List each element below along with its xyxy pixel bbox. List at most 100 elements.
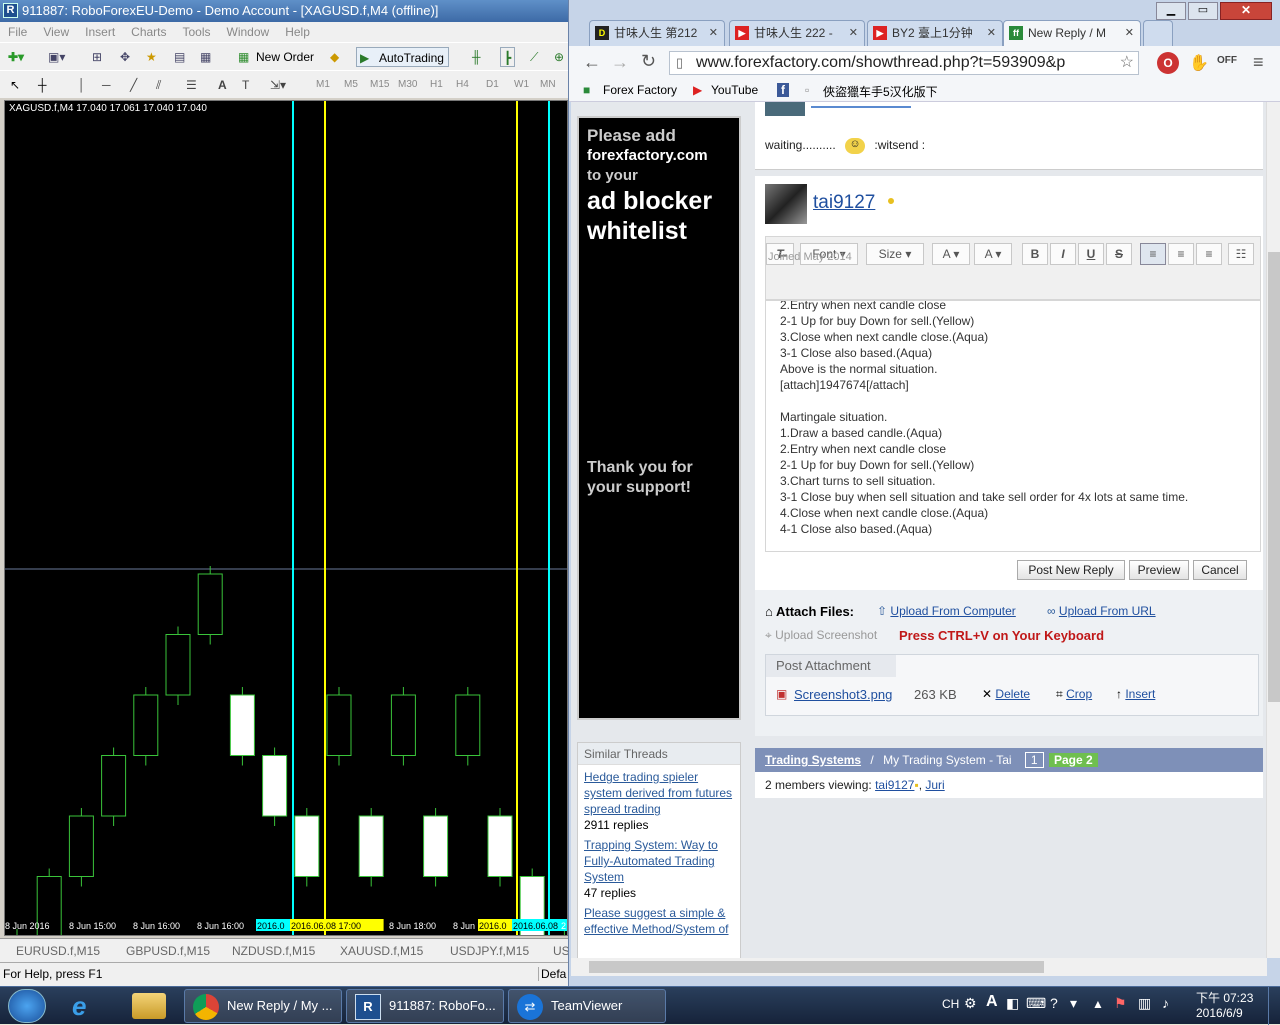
upload-computer-link[interactable]: Upload From Computer [890, 604, 1015, 618]
new-order-button[interactable]: ▦ New Order [236, 47, 314, 67]
extension-opera-icon[interactable]: O [1157, 52, 1179, 74]
upload-url[interactable]: ∞ Upload From URL [1047, 604, 1156, 618]
delete-attachment[interactable]: ✕ Delete [982, 687, 1030, 701]
strikethrough-icon[interactable]: S [1106, 243, 1132, 265]
list-icon[interactable]: ☷ [1228, 243, 1254, 265]
bookmark-forex-factory[interactable]: Forex Factory [603, 83, 677, 97]
attachment-filename[interactable]: Screenshot3.png [794, 687, 892, 702]
bookmark-star-icon[interactable]: ☆ [1120, 52, 1134, 74]
bookmark-gta5[interactable]: 俠盜獵车手5汉化版下 [823, 83, 938, 100]
chrome-menu-icon[interactable]: ≡ [1253, 52, 1264, 73]
cancel-button[interactable]: Cancel [1193, 560, 1247, 580]
timeframe-m30[interactable]: M30 [398, 79, 417, 90]
volume-icon[interactable]: ♪ [1162, 995, 1169, 1011]
action-center-icon[interactable]: ⚑ [1114, 995, 1127, 1012]
task-teamviewer[interactable]: ⇄ TeamViewer [508, 989, 666, 1023]
task-chrome[interactable]: New Reply / My ... [184, 989, 342, 1023]
tab-close-icon[interactable]: ✕ [709, 21, 718, 45]
tab-xauusd[interactable]: XAUUSD.f,M15 [340, 944, 423, 958]
metaeditor-icon[interactable]: ◆ [330, 47, 339, 67]
tab-gbpusd[interactable]: GBPUSD.f,M15 [126, 944, 210, 958]
menu-tools[interactable]: Tools [175, 22, 219, 39]
new-chart-icon[interactable]: ✚▾ [8, 47, 24, 67]
insert-link[interactable]: Insert [1125, 687, 1155, 701]
extension-hand-icon[interactable]: ✋ [1189, 53, 1209, 73]
show-hidden-icons[interactable]: ▲ [1092, 997, 1104, 1011]
menu-view[interactable]: View [35, 22, 77, 39]
post-new-reply-button[interactable]: Post New Reply [1017, 560, 1125, 580]
similar-thread-link[interactable]: Please suggest a simple & effective Meth… [584, 906, 729, 936]
timeframe-m5[interactable]: M5 [344, 79, 358, 90]
reload-icon[interactable]: ↻ [641, 51, 656, 72]
market-watch-icon[interactable]: ⊞ [92, 47, 102, 67]
browser-tab-4-active[interactable]: ff New Reply / M ✕ [1003, 20, 1141, 46]
menu-help[interactable]: Help [277, 22, 318, 39]
tester-icon[interactable]: ▦ [200, 47, 211, 67]
ime-options-icon[interactable]: ▾ [1070, 995, 1077, 1012]
crosshair-icon[interactable]: ┼ [38, 75, 47, 95]
timeframe-w1[interactable]: W1 [514, 79, 529, 90]
text-icon[interactable]: A [218, 75, 227, 95]
fibonacci-icon[interactable]: ☰ [186, 75, 197, 95]
channel-icon[interactable]: ⫽ [156, 75, 161, 95]
italic-icon[interactable]: I [1050, 243, 1076, 265]
extension-off-icon[interactable]: OFF [1217, 55, 1237, 66]
upload-computer[interactable]: ⇧ Upload From Computer [877, 604, 1016, 618]
menu-file[interactable]: File [0, 22, 35, 39]
tab-close-icon[interactable]: ✕ [987, 21, 996, 45]
start-button-icon[interactable] [8, 989, 46, 1023]
page-1-link[interactable]: 1 [1024, 752, 1044, 768]
bar-chart-icon[interactable]: ╫ [472, 47, 481, 67]
task-mt4[interactable]: R 911887: RoboFo... [346, 989, 504, 1023]
profiles-icon[interactable]: ▣▾ [48, 47, 65, 67]
clock-time[interactable]: 下午 07:23 [1196, 989, 1253, 1006]
browser-tab-3[interactable]: ▶ BY2 臺上1分钟 ✕ [867, 20, 1003, 46]
horizontal-scrollbar[interactable] [571, 958, 1267, 976]
zoom-in-icon[interactable]: ⊕ [554, 47, 564, 67]
reply-textarea[interactable]: 2.Entry when next candle close 2-1 Up fo… [765, 300, 1261, 552]
upload-screenshot[interactable]: ⌖ Upload Screenshot [765, 628, 877, 643]
bookmark-facebook[interactable]: f [777, 83, 789, 97]
favorites-icon[interactable]: ★ [146, 47, 157, 67]
line-chart-icon[interactable]: ⟋ [530, 47, 538, 67]
crop-link[interactable]: Crop [1066, 687, 1092, 701]
menu-charts[interactable]: Charts [123, 22, 174, 39]
timeframe-mn[interactable]: MN [540, 79, 556, 90]
underline-icon[interactable]: U [1078, 243, 1104, 265]
new-tab-button[interactable] [1143, 20, 1173, 46]
vertical-scroll-thumb[interactable] [1268, 252, 1280, 702]
network-icon[interactable]: ▥ [1138, 995, 1151, 1012]
insert-attachment[interactable]: ↑ Insert [1116, 687, 1155, 701]
align-right-icon[interactable]: ≡ [1196, 243, 1222, 265]
tab-nzdusd[interactable]: NZDUSD.f,M15 [232, 944, 315, 958]
delete-link[interactable]: Delete [995, 687, 1030, 701]
autotrading-button[interactable]: ▶ AutoTrading [356, 47, 449, 67]
menu-insert[interactable]: Insert [77, 22, 123, 39]
internet-explorer-icon[interactable]: e [72, 991, 86, 1022]
timeframe-h4[interactable]: H4 [456, 79, 469, 90]
file-explorer-icon[interactable] [132, 993, 166, 1019]
bookmark-youtube[interactable]: YouTube [711, 83, 758, 97]
reply-username-link[interactable]: tai9127 [813, 192, 875, 214]
trendline-icon[interactable]: ╱ [130, 75, 137, 95]
tab-eurusd[interactable]: EURUSD.f,M15 [16, 944, 100, 958]
preview-button[interactable]: Preview [1129, 560, 1189, 580]
size-dropdown[interactable]: Size ▾ [866, 243, 924, 265]
tab-close-icon[interactable]: ✕ [1125, 21, 1134, 45]
horizontal-scroll-thumb[interactable] [589, 961, 1044, 973]
ime-fullwidth-icon[interactable]: A [986, 993, 998, 1011]
timeframe-d1[interactable]: D1 [486, 79, 499, 90]
navigator-icon[interactable]: ✥ [120, 47, 130, 67]
address-bar[interactable]: ▯ www.forexfactory.com/showthread.php?t=… [669, 51, 1139, 75]
price-chart[interactable]: 8 Jun 2016 8 Jun 15:00 8 Jun 16:00 8 Jun 16… [4, 100, 568, 936]
menu-window[interactable]: Window [219, 22, 278, 39]
terminal-icon[interactable]: ▤ [174, 47, 185, 67]
timeframe-m1[interactable]: M1 [316, 79, 330, 90]
timeframe-h1[interactable]: H1 [430, 79, 443, 90]
similar-thread-link[interactable]: Trapping System: Way to Fully-Automated … [584, 838, 718, 884]
ime-help-icon[interactable]: ? [1050, 995, 1058, 1011]
ime-indicator[interactable]: CH [942, 997, 959, 1011]
back-icon[interactable]: ← [583, 52, 601, 73]
vertical-line-icon[interactable]: │ [78, 75, 86, 95]
align-left-icon[interactable]: ≡ [1140, 243, 1166, 265]
